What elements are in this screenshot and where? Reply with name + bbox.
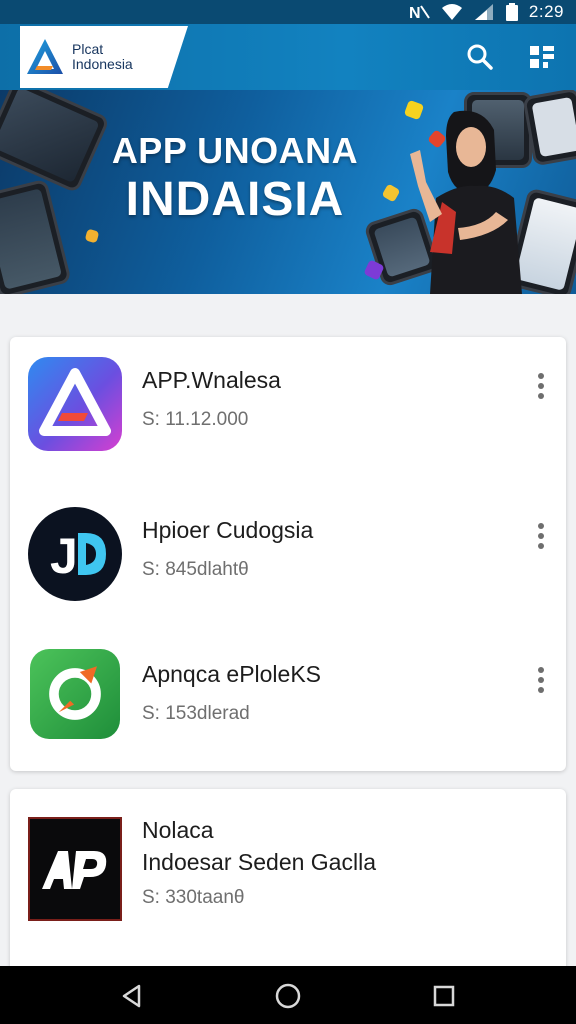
signal-icon (473, 3, 495, 21)
search-icon[interactable] (463, 40, 497, 74)
rocket-app-icon (30, 649, 120, 739)
featured-app-card[interactable]: Nolaca Indoesar Seden Gaclla S: 330taanθ (10, 789, 566, 979)
hero-banner[interactable]: APP UNOANA INDAISIA (0, 90, 576, 294)
hero-title-line-1: APP UNOANA (111, 130, 359, 171)
ap-app-icon (28, 817, 122, 921)
more-options-icon[interactable] (530, 369, 552, 403)
logo-line-2: Indonesia (72, 56, 133, 72)
app-name: Apnqca ePloleKS (142, 661, 322, 687)
decor-chip (84, 228, 100, 244)
app-name: Hpioer Cudogsia (142, 517, 314, 543)
battery-icon (505, 3, 519, 21)
more-options-icon[interactable] (530, 519, 552, 553)
app-price: S: 11.12.000 (142, 409, 249, 430)
status-bar: N 2:29 (0, 0, 576, 24)
list-item-app-3[interactable]: Apnqca ePloleKS S: 153dlerad (10, 647, 566, 757)
grid-icon[interactable] (525, 40, 559, 74)
app-price: S: 153dlerad (142, 703, 250, 724)
svg-text:N: N (409, 5, 421, 21)
hero-title-line-2: INDAISIA (125, 173, 345, 226)
svg-text:J: J (50, 528, 78, 584)
list-item-app-1[interactable]: APP.Wnalesa S: 11.12.000 (10, 347, 566, 457)
system-nav-bar (0, 966, 576, 1024)
more-options-icon[interactable] (530, 663, 552, 697)
recents-icon[interactable] (426, 978, 462, 1014)
logo-text: Plcat Indonesia (72, 42, 133, 72)
status-time: 2:29 (528, 2, 564, 21)
app-bar: Plcat Indonesia (0, 24, 576, 90)
featured-app-name: Nolaca (142, 817, 214, 843)
wifi-icon (441, 3, 463, 21)
featured-app-subtitle: Indoesar Seden Gaclla (142, 849, 376, 875)
app-unoana-icon (28, 357, 122, 451)
app-price: S: 845dlahtθ (142, 559, 249, 580)
nfc-icon: N (409, 3, 431, 21)
list-item-app-2[interactable]: J Hpioer Cudogsia S: 845dlahtθ (10, 497, 566, 607)
brand-logo[interactable]: Plcat Indonesia (20, 26, 188, 88)
jd-app-icon: J (28, 507, 122, 601)
home-icon[interactable] (270, 978, 306, 1014)
logo-mark-icon (27, 39, 63, 74)
app-list-card: APP.Wnalesa S: 11.12.000 J Hpioer Cudogs… (10, 337, 566, 771)
app-name: APP.Wnalesa (142, 367, 281, 393)
back-icon[interactable] (114, 978, 150, 1014)
featured-app-price: S: 330taanθ (142, 887, 245, 908)
logo-line-1: Plcat (72, 41, 104, 57)
